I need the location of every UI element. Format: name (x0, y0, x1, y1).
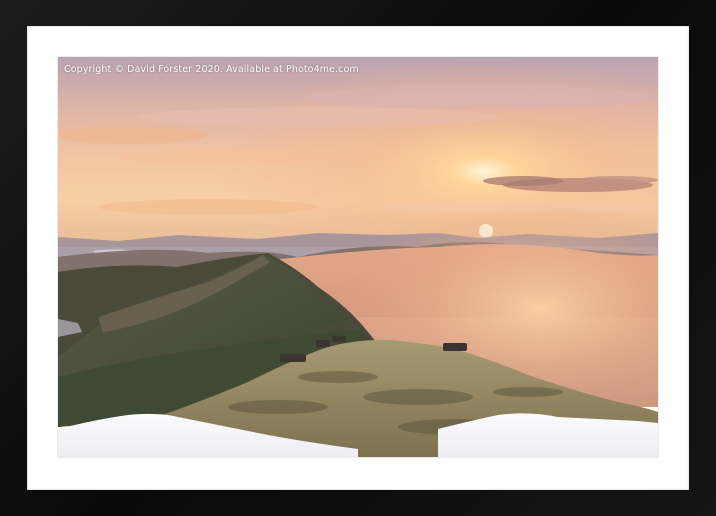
sunset-mountain-scene (58, 57, 658, 457)
landscape-photo: Copyright © David Forster 2020. Availabl… (58, 57, 658, 457)
copyright-watermark: Copyright © David Forster 2020. Availabl… (64, 64, 359, 75)
